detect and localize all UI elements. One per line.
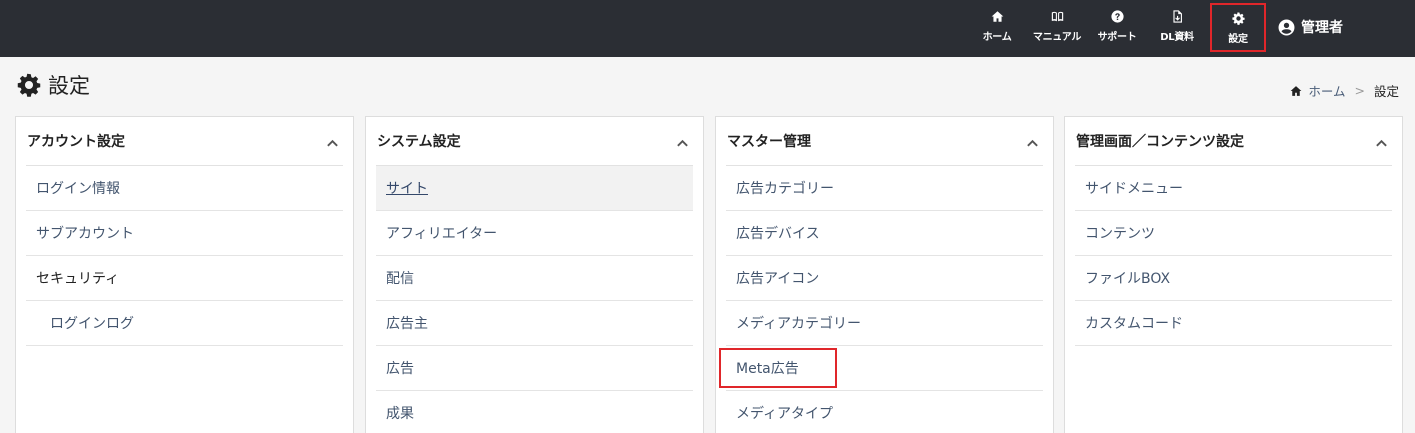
panel-system-settings: システム設定 サイト アフィリエイター 配信 広告主 広告 成果 <box>365 116 704 433</box>
menu-item-label: メディアタイプ <box>736 406 834 422</box>
menu-item-label: コンテンツ <box>1085 226 1155 242</box>
menu-item-label: 広告カテゴリー <box>736 181 834 197</box>
menu-item-label: ファイルBOX <box>1085 271 1171 287</box>
menu-item-ad-device[interactable]: 広告デバイス <box>726 211 1043 256</box>
menu-item-login-info[interactable]: ログイン情報 <box>26 166 343 211</box>
menu-item-label: 成果 <box>386 406 414 422</box>
menu-item-security[interactable]: セキュリティ <box>26 256 343 301</box>
menu-item-label: 広告デバイス <box>736 226 820 242</box>
menu-item-advertiser[interactable]: 広告主 <box>376 301 693 346</box>
home-icon <box>1290 85 1302 96</box>
breadcrumb-home-link[interactable]: ホーム <box>1308 81 1345 100</box>
menu-item-conversion[interactable]: 成果 <box>376 391 693 433</box>
panel-header[interactable]: システム設定 <box>376 117 693 166</box>
menu-item-label: メディアカテゴリー <box>736 316 862 332</box>
nav-settings-button[interactable]: 設定 <box>1210 3 1266 52</box>
page-title: 設定 <box>17 70 90 100</box>
file-download-icon <box>1172 10 1182 23</box>
menu-item-delivery[interactable]: 配信 <box>376 256 693 301</box>
menu-item-label: サイドメニュー <box>1085 181 1183 197</box>
menu-item-label: 広告アイコン <box>736 271 820 287</box>
menu-item-label: 配信 <box>386 271 414 287</box>
nav-settings-label: 設定 <box>1228 34 1248 45</box>
chevron-up-icon[interactable] <box>1375 135 1388 148</box>
panel-admin-content-settings: 管理画面／コンテンツ設定 サイドメニュー コンテンツ ファイルBOX カスタムコ… <box>1064 116 1403 433</box>
menu-item-site[interactable]: サイト <box>376 166 693 211</box>
breadcrumb-separator: > <box>1354 83 1365 98</box>
menu-item-media-category[interactable]: メディアカテゴリー <box>726 301 1043 346</box>
page-title-text: 設定 <box>48 74 90 98</box>
panel-header[interactable]: マスター管理 <box>726 117 1043 166</box>
top-navbar: ホーム マニュアル サポート DL資料 設定 管理者 <box>0 0 1415 57</box>
menu-item-ad[interactable]: 広告 <box>376 346 693 391</box>
menu-item-side-menu[interactable]: サイドメニュー <box>1075 166 1392 211</box>
panel-account-settings: アカウント設定 ログイン情報 サブアカウント セキュリティ ログインログ <box>15 116 354 433</box>
nav-manual-label: マニュアル <box>1032 32 1082 43</box>
panel-header[interactable]: アカウント設定 <box>26 117 343 166</box>
menu-item-label: ログインログ <box>50 316 134 332</box>
user-name: 管理者 <box>1301 20 1343 36</box>
menu-item-media-type[interactable]: メディアタイプ <box>726 391 1043 433</box>
panel-title: 管理画面／コンテンツ設定 <box>1076 134 1244 150</box>
menu-item-label: カスタムコード <box>1085 316 1183 332</box>
menu-item-label: サブアカウント <box>36 226 134 242</box>
menu-item-meta-ad[interactable]: Meta広告 <box>719 346 1043 391</box>
home-icon <box>991 11 1003 22</box>
nav-home-label: ホーム <box>982 32 1012 43</box>
menu-item-ad-icon[interactable]: 広告アイコン <box>726 256 1043 301</box>
menu-item-file-box[interactable]: ファイルBOX <box>1075 256 1392 301</box>
menu-item-label: ログイン情報 <box>36 181 120 197</box>
chevron-up-icon[interactable] <box>326 135 339 148</box>
gear-icon <box>17 73 41 97</box>
nav-support-button[interactable]: サポート <box>1093 10 1141 48</box>
menu-item-contents[interactable]: コンテンツ <box>1075 211 1392 256</box>
panel-title: マスター管理 <box>727 134 811 150</box>
panel-master-management: マスター管理 広告カテゴリー 広告デバイス 広告アイコン メディアカテゴリー M… <box>715 116 1054 433</box>
menu-item-affiliator[interactable]: アフィリエイター <box>376 211 693 256</box>
nav-dl-label: DL資料 <box>1160 32 1194 43</box>
gear-icon <box>1231 12 1245 25</box>
menu-item-label: サイト <box>386 181 428 197</box>
menu-item-label: 広告 <box>386 361 414 377</box>
user-circle-icon <box>1278 19 1295 35</box>
user-menu[interactable]: 管理者 <box>1278 17 1343 37</box>
menu-item-custom-code[interactable]: カスタムコード <box>1075 301 1392 346</box>
panel-title: システム設定 <box>377 134 461 150</box>
nav-dl-button[interactable]: DL資料 <box>1156 10 1198 48</box>
book-icon <box>1051 11 1063 22</box>
menu-item-sub-account[interactable]: サブアカウント <box>26 211 343 256</box>
breadcrumb-current: 設定 <box>1373 84 1399 99</box>
chevron-up-icon[interactable] <box>1026 135 1039 148</box>
menu-item-label: Meta広告 <box>736 361 799 377</box>
chevron-up-icon[interactable] <box>676 135 689 148</box>
menu-item-ad-category[interactable]: 広告カテゴリー <box>726 166 1043 211</box>
menu-item-login-log[interactable]: ログインログ <box>26 301 343 346</box>
nav-support-label: サポート <box>1097 32 1137 43</box>
breadcrumb: ホーム > 設定 <box>1290 81 1399 100</box>
nav-home-button[interactable]: ホーム <box>979 10 1015 48</box>
question-circle-icon <box>1110 10 1124 23</box>
menu-item-label: セキュリティ <box>36 271 120 287</box>
nav-manual-button[interactable]: マニュアル <box>1028 10 1086 48</box>
panel-header[interactable]: 管理画面／コンテンツ設定 <box>1075 117 1392 166</box>
panel-title: アカウント設定 <box>27 134 125 150</box>
menu-item-label: アフィリエイター <box>386 226 498 242</box>
menu-item-label: 広告主 <box>386 316 428 332</box>
